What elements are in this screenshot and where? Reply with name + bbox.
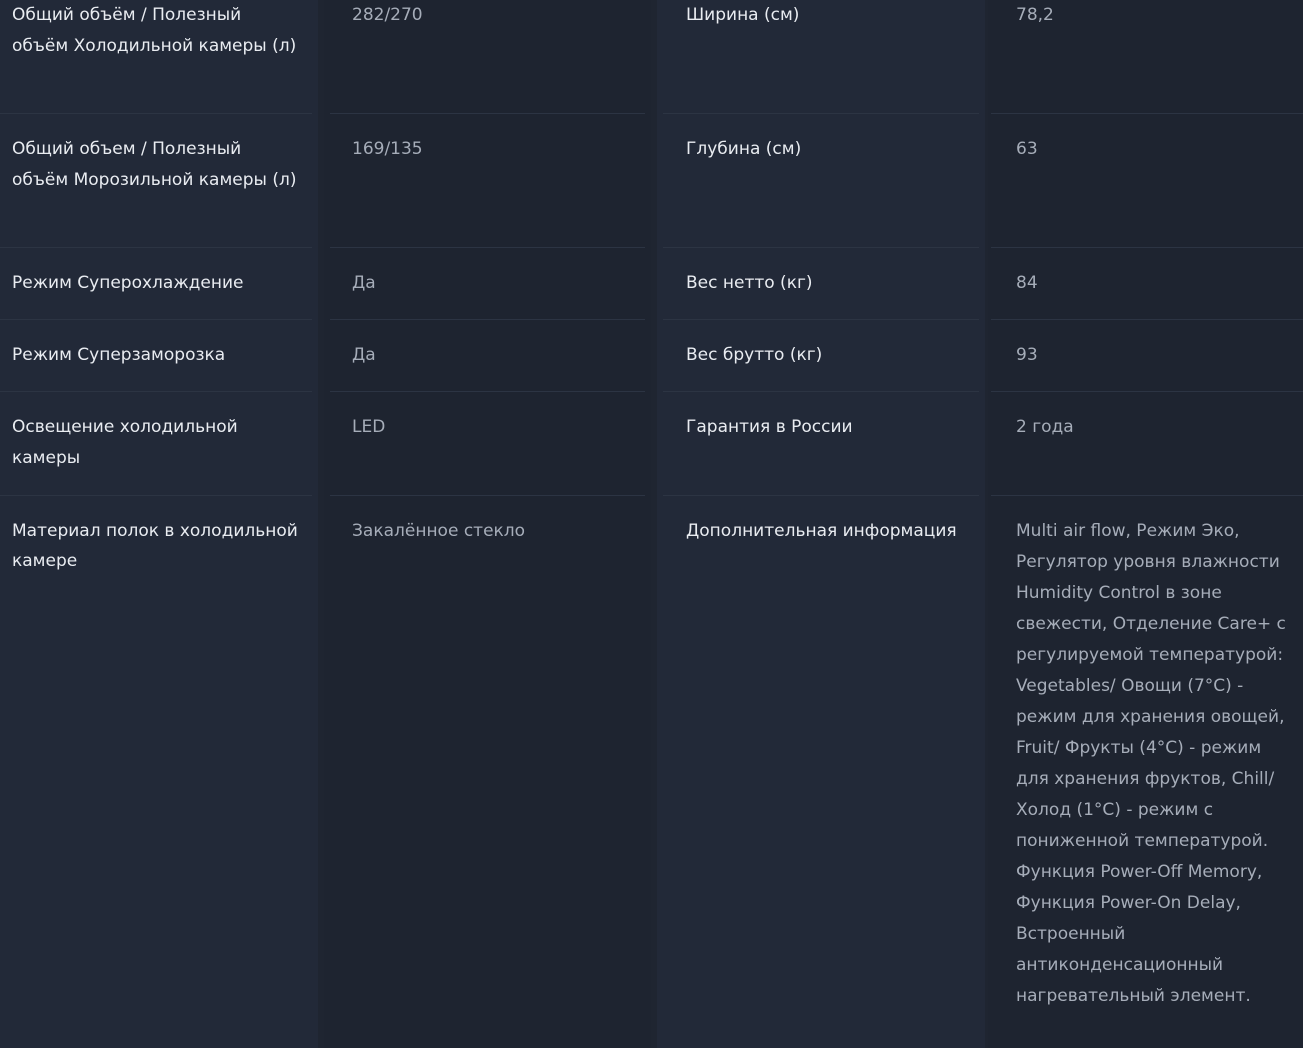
spec-label-text: Режим Суперзаморозка [12,345,226,365]
spec-value-text: 282/270 [352,5,423,25]
spec-label-text: Ширина (см) [686,5,800,25]
spec-value-text: 93 [1016,345,1038,365]
spec-label-text: Освещение холодильной камеры [12,417,238,468]
spec-value-fridge-lighting: LED [318,392,651,496]
specifications-table: Общий объём / Полезный объём Холодильной… [0,0,1303,1048]
spec-value-text: Да [352,273,376,293]
spec-label-super-freeze: Режим Суперзаморозка [0,320,318,392]
spec-value-width: 78,2 [985,0,1303,114]
spec-value-fridge-volume: 282/270 [318,0,651,114]
spec-value-freezer-volume: 169/135 [318,114,651,248]
spec-value-super-cooling: Да [318,248,651,320]
spec-label-width: Ширина (см) [651,0,985,114]
spec-value-super-freeze: Да [318,320,651,392]
spec-label-text: Дополнительная информация [686,521,957,541]
spec-label-text: Вес нетто (кг) [686,273,813,293]
spec-label-fridge-volume: Общий объём / Полезный объём Холодильной… [0,0,318,114]
spec-value-text: 78,2 [1016,5,1054,25]
spec-value-warranty: 2 года [985,392,1303,496]
spec-value-text: 63 [1016,139,1038,159]
spec-label-fridge-lighting: Освещение холодильной камеры [0,392,318,496]
spec-value-text: 169/135 [352,139,423,159]
spec-label-text: Гарантия в России [686,417,853,437]
spec-label-additional-info: Дополнительная информация [651,496,985,1048]
spec-label-net-weight: Вес нетто (кг) [651,248,985,320]
spec-label-text: Режим Суперохлаждение [12,273,244,293]
spec-value-text: 84 [1016,273,1038,293]
spec-value-depth: 63 [985,114,1303,248]
spec-label-text: Глубина (см) [686,139,802,159]
spec-value-net-weight: 84 [985,248,1303,320]
spec-label-gross-weight: Вес брутто (кг) [651,320,985,392]
spec-label-freezer-volume: Общий объем / Полезный объём Морозильной… [0,114,318,248]
spec-label-text: Общий объем / Полезный объём Морозильной… [12,139,297,190]
spec-value-text: LED [352,417,386,437]
spec-value-gross-weight: 93 [985,320,1303,392]
spec-label-warranty: Гарантия в России [651,392,985,496]
spec-label-super-cooling: Режим Суперохлаждение [0,248,318,320]
spec-label-depth: Глубина (см) [651,114,985,248]
spec-label-text: Материал полок в холодильной камере [12,521,298,571]
spec-value-text: Multi air flow, Режим Эко, Регулятор уро… [1016,521,1286,1006]
spec-label-text: Вес брутто (кг) [686,345,823,365]
spec-label-text: Общий объём / Полезный объём Холодильной… [12,5,297,56]
spec-value-shelf-material: Закалённое стекло [318,496,651,1048]
spec-label-shelf-material: Материал полок в холодильной камере [0,496,318,1048]
spec-value-additional-info: Multi air flow, Режим Эко, Регулятор уро… [985,496,1303,1048]
spec-value-text: Закалённое стекло [352,521,526,541]
spec-value-text: Да [352,345,376,365]
spec-value-text: 2 года [1016,417,1074,437]
